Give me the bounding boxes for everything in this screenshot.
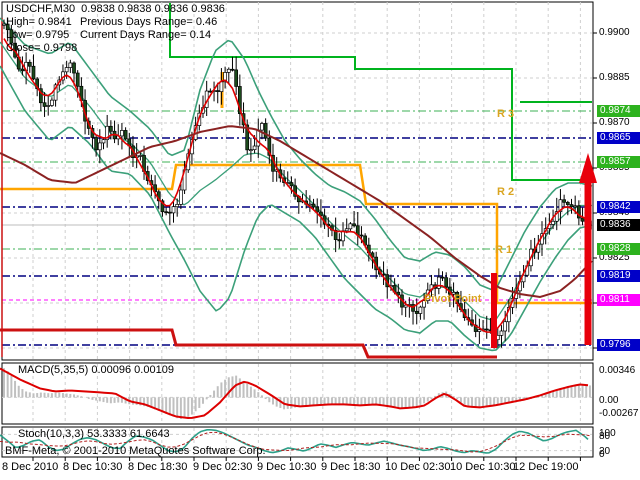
up-arrow-shaft <box>584 174 592 345</box>
price-label: 0.9900 <box>599 27 630 38</box>
price-badge: 0.9811 <box>597 294 640 306</box>
r1-level-label: R 1 <box>495 244 513 256</box>
time-label: 9 Dec 18:30 <box>321 461 381 473</box>
price-badge: 0.9865 <box>597 132 640 144</box>
time-label: 10 Dec 02:30 <box>385 461 451 473</box>
macd-scale-label: 0.00 <box>599 395 619 406</box>
close-value: Close= 0.9798 <box>6 42 78 54</box>
macd-indicator-label: MACD(5,35,5) 0.00096 0.00109 <box>18 364 174 376</box>
stoch-indicator-label: Stoch(10,3,3) 53.3333 61.6643 <box>18 428 170 440</box>
chart-canvas[interactable] <box>0 0 640 480</box>
price-label: 0.9870 <box>599 117 630 128</box>
chart-window: USDCHF,M30 0.9838 0.9838 0.9836 0.9836 H… <box>0 0 640 480</box>
price-badge: 0.9828 <box>597 243 640 255</box>
price-label: 0.9885 <box>599 72 630 83</box>
price-badge: 0.9874 <box>597 105 640 117</box>
time-label: 8 Dec 2010 <box>2 461 59 473</box>
stoch-scale-label: 80 <box>599 431 611 442</box>
pivot-point-label: Pivot Point <box>424 293 482 305</box>
symbol-title: USDCHF,M30 0.9838 0.9838 0.9836 0.9836 <box>6 3 225 15</box>
time-label: 9 Dec 02:30 <box>193 461 253 473</box>
price-badge: 0.9857 <box>597 156 640 168</box>
curr-days-range: Current Days Range= 0.14 <box>80 29 212 41</box>
price-badge: 0.9796 <box>597 339 640 351</box>
high-value: High= 0.9841 <box>6 16 72 28</box>
price-badge: 0.9836 <box>597 219 640 231</box>
time-label: 10 Dec 10:30 <box>450 461 516 473</box>
time-label: 8 Dec 18:30 <box>128 461 188 473</box>
prev-days-range: Previous Days Range= 0.46 <box>80 16 218 28</box>
r3-level-label: R 3 <box>497 108 515 120</box>
red-annotation-column <box>491 273 497 348</box>
price-badge: 0.9842 <box>597 201 640 213</box>
time-label: 8 Dec 10:30 <box>63 461 123 473</box>
low-value: Low= 0.9795 <box>6 29 70 41</box>
price-badge: 0.9819 <box>597 270 640 282</box>
r2-level-label: R 2 <box>497 186 515 198</box>
stoch-scale-label: 0 <box>599 449 605 460</box>
copyright-text: BMF-Meta, © 2001-2010 MetaQuotes Softwar… <box>5 445 266 457</box>
time-label: 12 Dec 19:00 <box>513 461 579 473</box>
time-label: 9 Dec 10:30 <box>257 461 317 473</box>
macd-scale-label: -0.00267 <box>599 408 639 419</box>
macd-scale-label: 0.00346 <box>599 365 636 376</box>
